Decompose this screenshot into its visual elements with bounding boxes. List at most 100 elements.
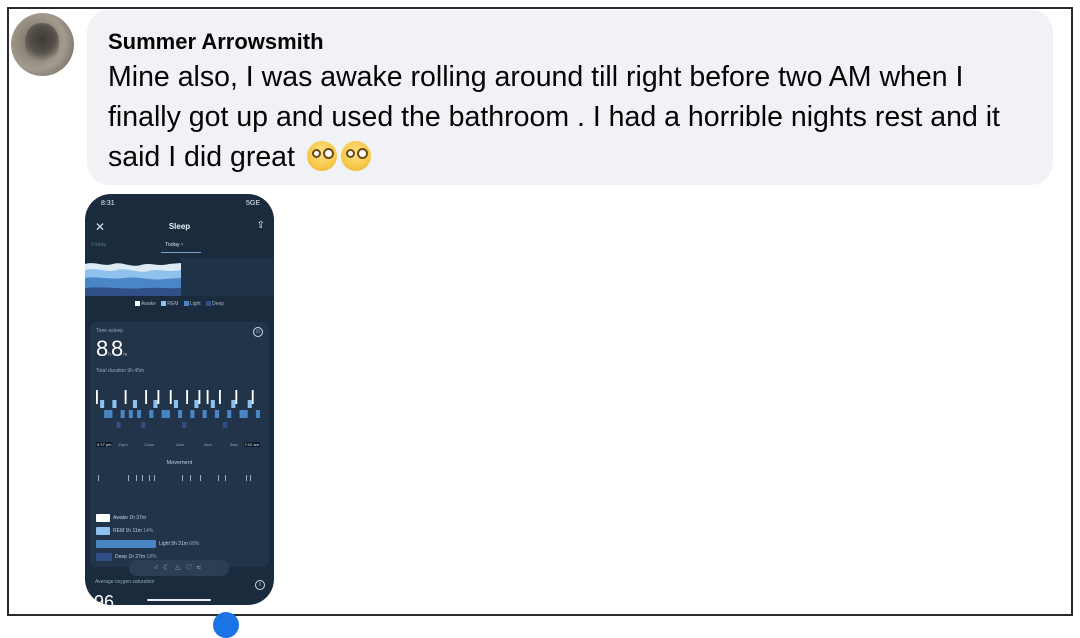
stage-bar <box>96 527 110 535</box>
stage-segment <box>165 410 170 418</box>
stage-segment <box>96 390 98 404</box>
activity-icon[interactable]: ♂ <box>153 563 163 572</box>
movement-tick <box>190 475 191 481</box>
stage-segment <box>178 410 183 418</box>
movement-label: Movement <box>166 460 193 466</box>
stage-segment <box>231 400 236 408</box>
stage-segment <box>145 390 148 404</box>
share-icon: ⇪ <box>256 220 265 231</box>
stage-segment <box>255 410 260 418</box>
wave-icon[interactable]: ≈ <box>197 563 205 572</box>
movement-tick <box>149 475 150 481</box>
stage-segment <box>112 400 117 408</box>
stage-segment <box>104 410 109 418</box>
stage-row-awake: Awake 1h 37m <box>96 512 266 525</box>
avatar[interactable] <box>11 13 74 76</box>
stage-segment <box>169 390 172 404</box>
stage-segment <box>206 390 209 404</box>
scroll-button[interactable] <box>213 612 239 638</box>
comment-author[interactable]: Summer Arrowsmith <box>108 29 324 55</box>
stage-bar <box>96 553 112 561</box>
tab-previous: Friday <box>91 242 107 248</box>
legend-awake: Awake <box>134 301 156 307</box>
info-icon[interactable]: i <box>255 580 265 590</box>
stage-text: Awake 1h 37m <box>113 515 146 521</box>
sleep-summary-card: Time asleep ☺ 8h8m Total duration 9h 45m… <box>90 322 269 567</box>
status-signal: 5GE <box>245 200 260 207</box>
stage-segment <box>141 422 146 428</box>
heart-icon[interactable]: ♡ <box>185 563 196 572</box>
flame-icon[interactable]: ♨ <box>174 563 185 572</box>
stage-segment <box>108 410 113 418</box>
sleep-header: ✕ Sleep ⇪ <box>85 220 274 234</box>
comment-body: Mine also, I was awake rolling around ti… <box>108 61 1000 173</box>
total-duration: Total duration 9h 45m <box>96 368 145 374</box>
movement-tick <box>98 475 99 481</box>
stage-segment <box>153 400 158 408</box>
stage-segment <box>202 410 207 418</box>
time-asleep-label: Time asleep <box>96 328 124 334</box>
sleep-title: Sleep <box>168 222 191 231</box>
stage-segment <box>190 410 195 418</box>
stage-segment <box>251 390 254 404</box>
stage-segment <box>120 410 125 418</box>
stage-segment <box>173 400 178 408</box>
stage-segment <box>243 410 248 418</box>
stage-segment <box>157 390 160 404</box>
stage-segment <box>223 422 228 428</box>
movement-tick <box>182 475 183 481</box>
stage-bar <box>96 540 156 548</box>
stage-timeline <box>96 390 260 428</box>
stage-segment <box>161 410 166 418</box>
movement-tick <box>200 475 201 481</box>
home-indicator <box>147 599 211 601</box>
tab-underline <box>161 252 201 253</box>
stage-segment <box>128 410 133 418</box>
stage-segment <box>194 400 199 408</box>
time-tick: 4am <box>204 442 212 447</box>
stage-segment <box>137 410 142 418</box>
movement-tick <box>218 475 219 481</box>
metric-tab-dock[interactable]: ♂☾♨♡≈ <box>129 560 229 576</box>
legend-deep: Deep <box>206 301 224 307</box>
stage-row-light: Light 5h 31m 68% <box>96 538 266 551</box>
stage-segment <box>186 390 189 404</box>
time-end: 7:02 am <box>243 442 260 447</box>
movement-tick <box>142 475 143 481</box>
stage-segment <box>227 410 232 418</box>
stage-segment <box>198 390 201 404</box>
stage-segment <box>235 390 238 404</box>
time-tick: 2am <box>176 442 184 447</box>
stage-segment <box>124 390 127 404</box>
status-time: 8:31 <box>101 200 115 207</box>
legend-rem: REM <box>161 301 178 307</box>
movement-tick <box>154 475 155 481</box>
stage-segment <box>239 410 244 418</box>
movement-tick <box>250 475 251 481</box>
stage-row-rem: REM 1h 11m 14% <box>96 525 266 538</box>
movement-tick <box>136 475 137 481</box>
stage-segment <box>149 410 154 418</box>
stage-segment <box>132 400 137 408</box>
time-start: 9:17 pm <box>96 442 113 447</box>
stage-breakdown: Awake 1h 37m REM 1h 11m 14% Light 5h 31m… <box>96 512 266 564</box>
stage-segment <box>214 410 219 418</box>
comment-text: Mine also, I was awake rolling around ti… <box>108 57 1038 177</box>
movement-tick <box>128 475 129 481</box>
smiley-icon: ☺ <box>253 327 263 337</box>
stage-text: REM 1h 11m 14% <box>113 528 154 534</box>
attached-screenshot[interactable]: 8:31 5GE ✕ Sleep ⇪ Friday Today ▫ Awake … <box>85 194 274 605</box>
moon-icon[interactable]: ☾ <box>163 563 174 572</box>
face-with-monocle-icon <box>340 141 371 171</box>
tab-today: Today ▫ <box>165 242 184 248</box>
stage-segment <box>100 400 105 408</box>
stage-segment <box>182 422 187 428</box>
stage-bar <box>96 514 110 522</box>
tab-today-label: Today <box>165 242 180 248</box>
oxygen-value: 96 <box>94 592 115 605</box>
hypnogram-empty-area <box>181 258 274 296</box>
timeline-times: 9:17 pm 11pm 12am 2am 4am 5am 7:02 am <box>96 442 260 450</box>
movement-chart <box>98 475 251 481</box>
stage-legend: Awake REM Light Deep <box>85 301 274 307</box>
stage-segment <box>116 422 121 428</box>
